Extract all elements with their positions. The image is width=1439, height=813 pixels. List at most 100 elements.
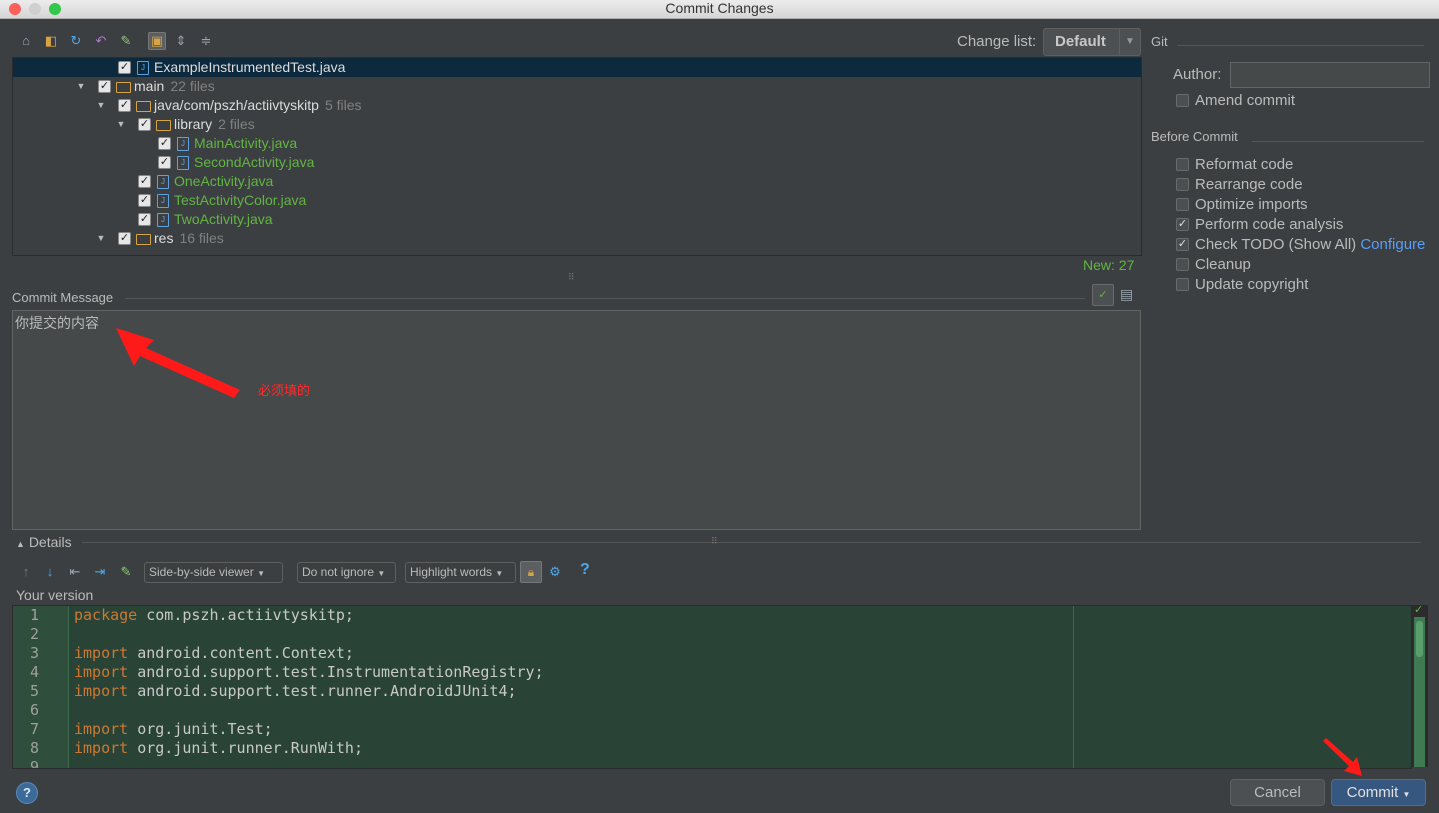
checkmark-icon[interactable]: ✓ xyxy=(1176,238,1189,251)
author-input[interactable] xyxy=(1230,62,1430,88)
expand-arrow-icon[interactable]: ▼ xyxy=(115,115,127,134)
next-difference-icon[interactable]: ↓ xyxy=(42,564,58,580)
checkbox-box[interactable] xyxy=(1176,94,1189,107)
scroll-thumb[interactable] xyxy=(1416,621,1423,657)
highlight-value: Highlight words xyxy=(410,565,493,579)
file-checkbox[interactable]: ✓ xyxy=(138,194,151,207)
previous-difference-icon[interactable]: ↑ xyxy=(18,564,34,580)
gear-icon[interactable]: ⚙ xyxy=(547,564,563,580)
file-checkbox[interactable]: ✓ xyxy=(158,137,171,150)
commit-button-label: Commit xyxy=(1346,784,1399,801)
tree-row-label: MainActivity.java xyxy=(194,135,298,151)
tree-row[interactable]: ✓ J TwoActivity.java xyxy=(13,210,1141,229)
changelist-dropdown[interactable]: Default ▼ xyxy=(1043,28,1141,56)
tree-row[interactable]: ✓ J MainActivity.java xyxy=(13,134,1141,153)
code-line: import org.junit.Test; xyxy=(74,720,273,738)
details-toggle[interactable]: ▲ Details xyxy=(16,534,72,550)
tree-row[interactable]: ▼ ✓ java/com/pszh/actiivtyskitp 5 files xyxy=(13,96,1141,115)
checkbox-box[interactable] xyxy=(1176,178,1189,191)
collapse-all-icon[interactable]: ≑ xyxy=(198,33,214,49)
java-file-icon: J xyxy=(137,61,149,75)
expand-arrow-icon[interactable]: ▼ xyxy=(95,96,107,115)
code-line: import android.support.test.runner.Andro… xyxy=(74,682,517,700)
inspection-ok-icon: ✓ xyxy=(1414,604,1424,616)
checkbox-box[interactable] xyxy=(1176,278,1189,291)
changelist-label: Change list: xyxy=(957,33,1037,50)
tree-row[interactable]: ✓ J ExampleInstrumentedTest.java xyxy=(13,58,1141,77)
folder-checkbox[interactable]: ✓ xyxy=(138,118,151,131)
folder-checkbox[interactable]: ✓ xyxy=(118,232,131,245)
java-file-icon: J xyxy=(157,194,169,208)
tree-row-label: library xyxy=(174,116,213,132)
tree-row-label: res xyxy=(154,230,174,246)
commit-message-label: Commit Message xyxy=(12,290,114,305)
lock-icon[interactable]: 🔒︎ xyxy=(520,561,542,583)
divider xyxy=(125,298,1085,299)
option-label: Check TODO (Show All) xyxy=(1195,236,1357,253)
folder-icon xyxy=(116,82,131,93)
details-label: Details xyxy=(28,534,72,550)
show-diff-icon[interactable]: ⌂ xyxy=(18,33,34,49)
changelist-value: Default xyxy=(1055,33,1106,50)
file-checkbox[interactable]: ✓ xyxy=(138,213,151,226)
annotation-text: 必须填的 xyxy=(258,383,311,398)
splitter-handle-icon[interactable]: ⠿ xyxy=(711,536,718,547)
expand-all-icon[interactable]: ⇕ xyxy=(173,33,189,49)
edit-source-icon[interactable]: ✎ xyxy=(118,564,134,580)
help-button[interactable]: ? xyxy=(16,782,38,804)
commit-message-text: 你提交的内容 xyxy=(15,315,99,331)
changed-files-tree[interactable]: ✓ J ExampleInstrumentedTest.java ▼ ✓ mai… xyxy=(12,57,1142,256)
ignore-value: Do not ignore xyxy=(302,565,375,579)
tree-row[interactable]: ▼ ✓ library 2 files xyxy=(13,115,1141,134)
viewer-dropdown[interactable]: Side-by-side viewer ▼ xyxy=(144,562,283,583)
tree-row[interactable]: ✓ J OneActivity.java xyxy=(13,172,1141,191)
help-icon[interactable]: ? xyxy=(580,561,590,579)
line-number: 3 xyxy=(29,644,39,662)
editor-scrollbar[interactable]: ✓ xyxy=(1412,604,1428,767)
refresh-icon[interactable]: ↻ xyxy=(68,33,84,49)
tree-row-label: TwoActivity.java xyxy=(174,211,273,227)
folder-checkbox[interactable]: ✓ xyxy=(98,80,111,93)
tree-row[interactable]: ✓ J TestActivityColor.java xyxy=(13,191,1141,210)
tree-row[interactable]: ✓ J SecondActivity.java xyxy=(13,153,1141,172)
expand-arrow-icon[interactable]: ▼ xyxy=(75,77,87,96)
commit-button[interactable]: Commit ▼ xyxy=(1331,779,1426,806)
line-number: 1 xyxy=(29,606,39,624)
next-file-icon[interactable]: ⇥ xyxy=(92,564,108,580)
move-to-changelist-icon[interactable]: ◧ xyxy=(43,33,59,49)
configure-link[interactable]: Configure xyxy=(1360,236,1425,253)
ignore-dropdown[interactable]: Do not ignore ▼ xyxy=(297,562,396,583)
file-checkbox[interactable]: ✓ xyxy=(158,156,171,169)
tree-row[interactable]: ▼ ✓ main 22 files xyxy=(13,77,1141,96)
file-checkbox[interactable]: ✓ xyxy=(118,61,131,74)
folder-icon xyxy=(136,234,151,245)
rollback-icon[interactable]: ↶ xyxy=(93,33,109,49)
expand-arrow-icon[interactable]: ▼ xyxy=(95,229,107,248)
line-number: 9 xyxy=(29,758,39,769)
checkbox-box[interactable] xyxy=(1176,158,1189,171)
highlight-dropdown[interactable]: Highlight words ▼ xyxy=(405,562,516,583)
cancel-button[interactable]: Cancel xyxy=(1230,779,1325,806)
previous-file-icon[interactable]: ⇤ xyxy=(67,564,83,580)
diff-editor[interactable]: 1 2 3 4 5 6 7 8 9 package com.pszh.actii… xyxy=(12,605,1412,769)
line-number: 5 xyxy=(29,682,39,700)
code-line: package com.pszh.actiivtyskitp; xyxy=(74,606,354,624)
divider xyxy=(1177,45,1424,46)
checkbox-box[interactable] xyxy=(1176,258,1189,271)
chevron-down-icon: ▼ xyxy=(1402,790,1411,799)
checkmark-icon[interactable]: ✓ xyxy=(1176,218,1189,231)
line-number: 8 xyxy=(29,739,39,757)
file-checkbox[interactable]: ✓ xyxy=(138,175,151,188)
tree-row[interactable]: ▼ ✓ res 16 files xyxy=(13,229,1141,248)
code-line: import android.content.Context; xyxy=(74,644,354,662)
spellcheck-icon[interactable]: ✓ xyxy=(1092,284,1114,306)
chevron-down-icon: ▼ xyxy=(257,569,265,578)
group-by-directory-icon[interactable]: ▣ xyxy=(148,32,166,50)
checkbox-box[interactable] xyxy=(1176,198,1189,211)
chevron-down-icon: ▼ xyxy=(1119,29,1140,55)
code-line: import org.junit.runner.RunWith; xyxy=(74,739,363,757)
commit-history-icon[interactable]: ▤ xyxy=(1120,286,1133,303)
folder-checkbox[interactable]: ✓ xyxy=(118,99,131,112)
splitter-handle-icon[interactable]: ⠿ xyxy=(568,272,575,283)
edit-source-icon[interactable]: ✎ xyxy=(118,33,134,49)
